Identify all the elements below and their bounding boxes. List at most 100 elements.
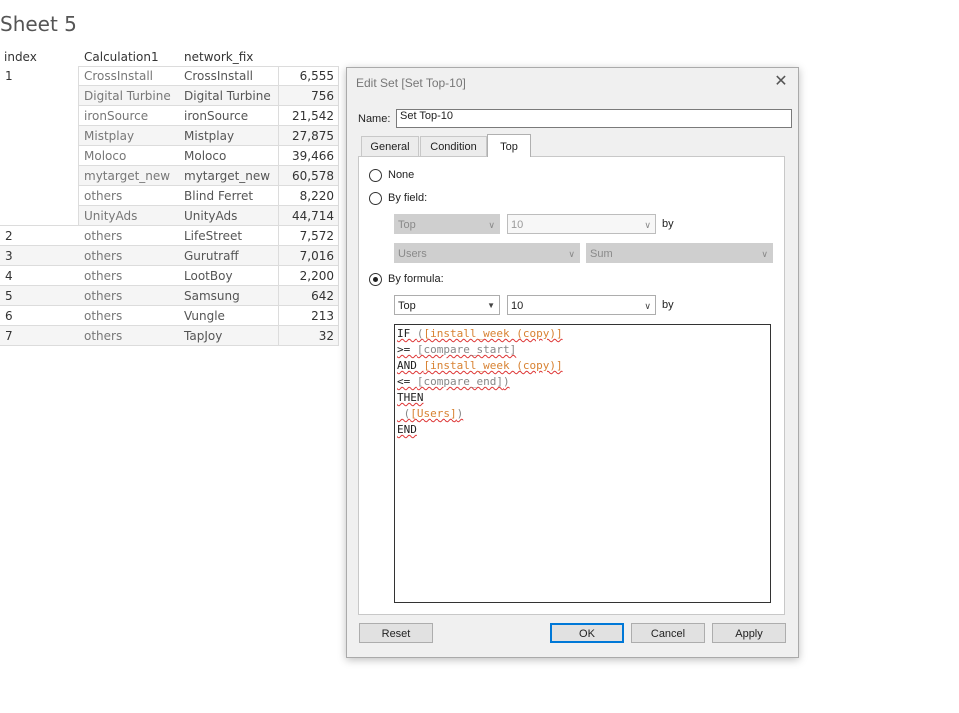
index-cell: 6 xyxy=(5,309,13,323)
calculation-cell: Mistplay xyxy=(84,129,135,143)
header-network-fix[interactable]: network_fix xyxy=(184,50,253,64)
formula-token: [compare_end] xyxy=(416,375,503,388)
value-cell: 2,200 xyxy=(299,269,334,283)
formula-token: [Users] xyxy=(410,407,457,420)
sheet-title: Sheet 5 xyxy=(0,12,77,36)
table-row[interactable]: UnityAds UnityAds 44,714 xyxy=(0,206,338,226)
name-label: Name: xyxy=(358,113,391,125)
table-top-border xyxy=(78,66,338,67)
table-row[interactable]: 6 others Vungle 213 xyxy=(0,306,338,326)
formula-token: AND xyxy=(397,359,424,372)
by-field-count-select: 10 ∨ xyxy=(507,214,656,234)
formula-token: [install_week (copy)] xyxy=(423,327,563,340)
network-cell: Gurutraff xyxy=(184,249,239,263)
formula-token: ) xyxy=(456,407,464,420)
calculation-cell: others xyxy=(84,289,123,303)
radio-by-field-label: By field: xyxy=(388,192,428,204)
calculation-cell: Digital Turbine xyxy=(84,89,171,103)
index-cell: 4 xyxy=(5,269,13,283)
index-cell: 5 xyxy=(5,289,13,303)
index-cell xyxy=(5,186,65,206)
header-calculation1[interactable]: Calculation1 xyxy=(84,50,159,64)
formula-token: >= xyxy=(397,343,417,356)
name-input[interactable]: Set Top-10 xyxy=(396,109,792,128)
calculation-cell: others xyxy=(84,309,123,323)
reset-button[interactable]: Reset xyxy=(359,623,433,643)
chevron-down-icon: ∨ xyxy=(644,301,651,311)
close-icon[interactable]: ✕ xyxy=(772,73,790,91)
chevron-down-icon: ∨ xyxy=(488,220,495,230)
calculation-cell: mytarget_new xyxy=(84,169,171,183)
value-cell: 8,220 xyxy=(299,189,334,203)
cancel-button[interactable]: Cancel xyxy=(631,623,705,643)
value-cell: 7,016 xyxy=(299,249,334,263)
by-field-direction-value: Top xyxy=(398,219,416,231)
table-row[interactable]: others Blind Ferret 8,220 xyxy=(0,186,338,206)
calculation-cell: others xyxy=(84,249,123,263)
calculation-cell: ironSource xyxy=(84,109,149,123)
apply-button[interactable]: Apply xyxy=(712,623,786,643)
network-cell: TapJoy xyxy=(184,329,223,343)
radio-by-formula[interactable] xyxy=(369,273,382,286)
index-cell xyxy=(5,166,65,186)
by-field-aggregation-select: Sum ∨ xyxy=(586,243,773,263)
table-row[interactable]: Moloco Moloco 39,466 xyxy=(0,146,338,166)
table-row[interactable]: 3 others Gurutraff 7,016 xyxy=(0,246,338,266)
ok-button[interactable]: OK xyxy=(550,623,624,643)
index-cell: 1 xyxy=(5,69,13,83)
formula-token: [compare_start] xyxy=(416,343,517,356)
formula-token: [install_week (copy)] xyxy=(423,359,563,372)
table-row[interactable]: 7 others TapJoy 32 xyxy=(0,326,338,346)
calculation-cell: others xyxy=(84,229,123,243)
top-tab-panel: None By field: Top ∨ 10 ∨ by Users ∨ Sum… xyxy=(358,156,785,615)
tab-top[interactable]: Top xyxy=(487,134,531,157)
index-cell: 7 xyxy=(5,329,13,343)
value-cell: 213 xyxy=(311,309,334,323)
formula-token: <= xyxy=(397,375,417,388)
network-cell: UnityAds xyxy=(184,209,238,223)
tab-condition[interactable]: Condition xyxy=(420,136,487,157)
row-divider xyxy=(0,345,338,346)
table-row[interactable]: 2 others LifeStreet 7,572 xyxy=(0,226,338,246)
formula-editor[interactable]: IF ([install_week (copy)] >= [compare_sta… xyxy=(394,324,771,603)
by-field-direction-select: Top ∨ xyxy=(394,214,500,234)
table-row[interactable]: Digital Turbine Digital Turbine 756 xyxy=(0,86,338,106)
network-cell: Moloco xyxy=(184,149,227,163)
radio-none[interactable] xyxy=(369,169,382,182)
value-cell: 44,714 xyxy=(292,209,334,223)
table-row[interactable]: mytarget_new mytarget_new 60,578 xyxy=(0,166,338,186)
by-formula-count-value: 10 xyxy=(511,300,524,312)
table-row[interactable]: 4 others LootBoy 2,200 xyxy=(0,266,338,286)
formula-token: THEN xyxy=(397,391,424,404)
calculation-cell: others xyxy=(84,269,123,283)
by-formula-by-label: by xyxy=(662,299,674,311)
table-row[interactable]: Mistplay Mistplay 27,875 xyxy=(0,126,338,146)
formula-line: >= [compare_start] xyxy=(397,342,768,358)
network-cell: Digital Turbine xyxy=(184,89,271,103)
chevron-down-icon: ∨ xyxy=(761,249,768,259)
index-cell: 2 xyxy=(5,229,13,243)
column-divider xyxy=(78,66,79,226)
table-row[interactable]: 5 others Samsung 642 xyxy=(0,286,338,306)
value-cell: 39,466 xyxy=(292,149,334,163)
table-row[interactable]: 1 CrossInstall CrossInstall 6,555 xyxy=(0,66,338,86)
value-cell: 6,555 xyxy=(299,69,334,83)
formula-token: IF xyxy=(397,327,417,340)
edit-set-dialog: Edit Set [Set Top-10] ✕ Name: Set Top-10… xyxy=(346,67,799,658)
radio-by-field[interactable] xyxy=(369,192,382,205)
calculation-cell: CrossInstall xyxy=(84,69,154,83)
network-cell: Mistplay xyxy=(184,129,235,143)
value-cell: 642 xyxy=(311,289,334,303)
by-formula-direction-select[interactable]: Top ▼ xyxy=(394,295,500,315)
header-index[interactable]: index xyxy=(4,50,37,64)
formula-line: THEN xyxy=(397,390,768,406)
by-formula-direction-value: Top xyxy=(398,300,416,312)
formula-line: <= [compare_end]) xyxy=(397,374,768,390)
by-formula-count-select[interactable]: 10 ∨ xyxy=(507,295,656,315)
table-row[interactable]: ironSource ironSource 21,542 xyxy=(0,106,338,126)
calculation-cell: UnityAds xyxy=(84,209,138,223)
calculation-cell: others xyxy=(84,329,123,343)
tab-general[interactable]: General xyxy=(361,136,419,157)
value-cell: 32 xyxy=(318,329,334,343)
index-cell xyxy=(5,86,65,106)
